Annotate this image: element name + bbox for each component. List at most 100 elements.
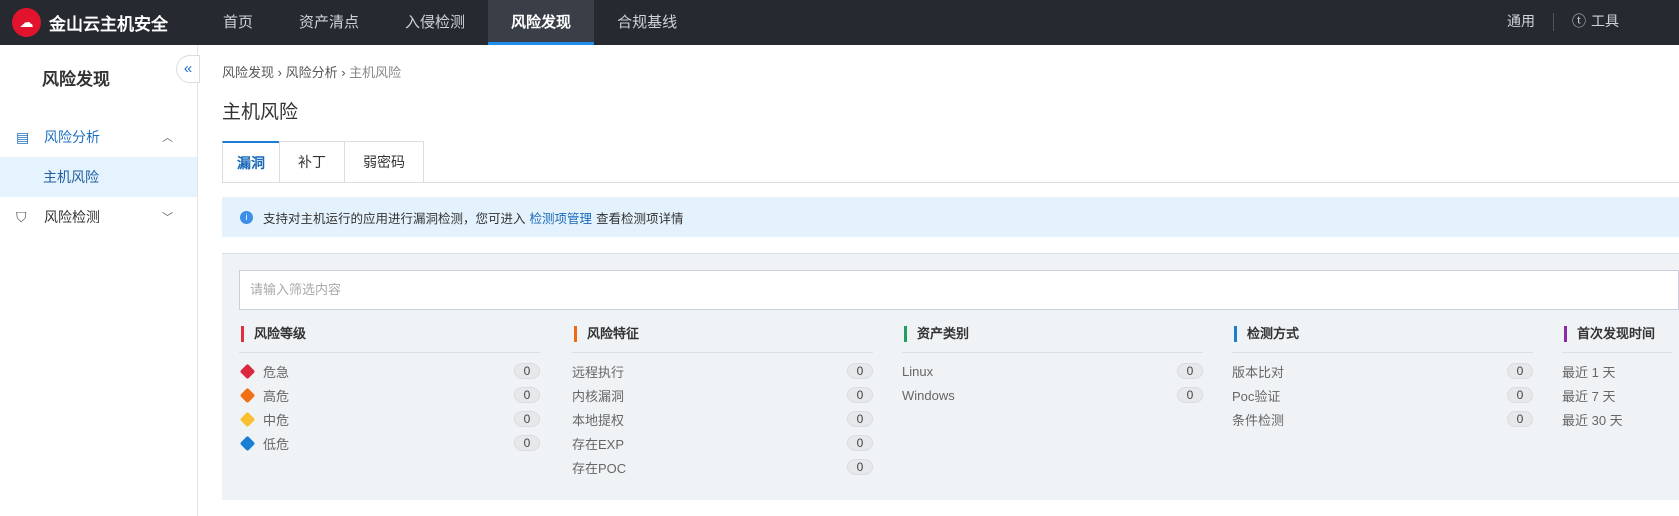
tab-patch[interactable]: 补丁 <box>279 141 345 182</box>
count-badge: 0 <box>847 435 873 451</box>
filter-option[interactable]: 版本比对 0 <box>1232 359 1533 383</box>
filter-option-label: 版本比对 <box>1232 364 1285 380</box>
filter-option[interactable]: 存在POC 0 <box>572 455 873 479</box>
general-link[interactable]: 通用 <box>1507 0 1535 43</box>
filter-option-label: 条件检测 <box>1232 412 1285 428</box>
divider <box>1562 352 1672 353</box>
breadcrumb-risk[interactable]: 风险发现 <box>222 65 274 80</box>
nav-assets[interactable]: 资产清点 <box>276 0 382 45</box>
filter-group-title: 资产类别 <box>904 326 1203 342</box>
filter-group: 风险等级 危急 0 高危 0 中危 0 低危 0 <box>239 326 540 455</box>
filter-option[interactable]: 中危 0 <box>239 407 540 431</box>
sidebar-item-host-risk[interactable]: 主机风险 <box>0 157 197 197</box>
nav-home[interactable]: 首页 <box>200 0 276 45</box>
tab-weak-password[interactable]: 弱密码 <box>344 141 424 182</box>
breadcrumb-analysis[interactable]: 风险分析 <box>286 65 338 80</box>
filter-group-title: 首次发现时间 <box>1564 326 1672 342</box>
count-badge: 0 <box>1177 363 1203 379</box>
sidebar-item-label: 风险检测 <box>44 209 100 225</box>
filter-option[interactable]: 远程执行 0 <box>572 359 873 383</box>
nav-compliance[interactable]: 合规基线 <box>594 0 700 45</box>
filter-panel: 请输入筛选内容 风险等级 危急 0 高危 0 中危 0 低危 0 风险特征 远程执行 0 内核漏洞 0 本地… <box>222 253 1679 500</box>
page-title: 主机风险 <box>222 102 299 123</box>
filter-option-label: Linux <box>902 363 934 379</box>
info-text: 支持对主机运行的应用进行漏洞检测，您可进入 <box>263 211 526 226</box>
filter-option[interactable]: 存在EXP 0 <box>572 431 873 455</box>
filter-option-label: 最近 1 天 <box>1562 364 1616 380</box>
count-badge: 0 <box>1507 387 1533 403</box>
sidebar-title: 风险发现 <box>42 70 110 89</box>
info-icon: i <box>240 210 253 224</box>
app-title: 金山云主机安全 <box>49 15 168 34</box>
severity-icon <box>239 435 256 451</box>
top-bar: ☁ 金山云主机安全 首页 资产清点 入侵检测 风险发现 合规基线 通用 ⓣ 工具 <box>0 0 1679 45</box>
count-badge: 0 <box>514 435 540 451</box>
count-badge: 0 <box>847 411 873 427</box>
filter-option[interactable]: 条件检测 0 <box>1232 407 1533 431</box>
divider <box>239 352 540 353</box>
tools-link[interactable]: 工具 <box>1591 0 1619 43</box>
filter-group-title: 风险特征 <box>574 326 873 342</box>
info-banner: i 支持对主机运行的应用进行漏洞检测，您可进入 检测项管理 查看检测项详情 <box>222 197 1679 237</box>
collapse-sidebar-button[interactable]: « <box>176 55 200 83</box>
filter-option[interactable]: 高危 0 <box>239 383 540 407</box>
filter-option[interactable]: 低危 0 <box>239 431 540 455</box>
tools-icon: ⓣ <box>1572 13 1586 29</box>
sidebar-item-label: 风险分析 <box>44 129 100 145</box>
nav-risk[interactable]: 风险发现 <box>488 0 595 45</box>
severity-icon <box>239 363 256 379</box>
chevron-up-icon: ︿ <box>162 132 173 144</box>
nav-intrusion[interactable]: 入侵检测 <box>382 0 488 45</box>
divider <box>572 352 873 353</box>
shield-icon: ⛉ <box>16 208 27 225</box>
sidebar-item-risk-detection[interactable]: ⛉ 风险检测 ﹀ <box>0 197 197 237</box>
sidebar-item-risk-analysis[interactable]: ▤ 风险分析 ︿ <box>0 117 197 157</box>
filter-option-label: 远程执行 <box>572 364 625 380</box>
count-badge: 0 <box>847 387 873 403</box>
filter-option-label: Poc验证 <box>1232 388 1281 404</box>
sidebar: 风险发现 « ▤ 风险分析 ︿ 主机风险 ⛉ 风险检测 ﹀ <box>0 45 200 516</box>
divider <box>1232 352 1533 353</box>
count-badge: 0 <box>514 387 540 403</box>
filter-option[interactable]: 本地提权 0 <box>572 407 873 431</box>
tab-vulnerability[interactable]: 漏洞 <box>222 141 280 182</box>
main-content: 风险发现 › 风险分析 › 主机风险 主机风险 漏洞 补丁 弱密码 i 支持对主… <box>222 45 1679 516</box>
filter-option-label: 中危 <box>263 412 290 428</box>
filter-option-label: 存在EXP <box>572 436 625 452</box>
info-text-suffix: 查看检测项详情 <box>596 211 684 226</box>
filter-option[interactable]: Linux 0 <box>902 359 1203 383</box>
filter-option-label: 最近 30 天 <box>1562 412 1623 428</box>
filter-group: 资产类别 Linux 0 Windows 0 <box>902 326 1203 407</box>
filter-option[interactable]: 最近 30 天 <box>1562 407 1672 431</box>
count-badge: 0 <box>847 363 873 379</box>
filter-option-label: 存在POC <box>572 460 627 476</box>
filter-option[interactable]: 内核漏洞 0 <box>572 383 873 407</box>
filter-option[interactable]: 最近 7 天 <box>1562 383 1672 407</box>
filter-search-input[interactable]: 请输入筛选内容 <box>239 270 1679 310</box>
tabs: 漏洞 补丁 弱密码 <box>222 141 1679 183</box>
filter-option-label: Windows <box>902 387 955 403</box>
filter-option[interactable]: 危急 0 <box>239 359 540 383</box>
severity-icon <box>239 411 256 427</box>
severity-icon <box>239 387 256 403</box>
cloud-logo-icon: ☁ <box>12 8 41 37</box>
filter-option-label: 内核漏洞 <box>572 388 625 404</box>
chevron-down-icon: ﹀ <box>162 212 173 224</box>
filter-option-label: 本地提权 <box>572 412 625 428</box>
filter-option[interactable]: Poc验证 0 <box>1232 383 1533 407</box>
main-nav: 首页 资产清点 入侵检测 风险发现 合规基线 <box>200 0 700 45</box>
filter-option-label: 最近 7 天 <box>1562 388 1616 404</box>
divider <box>1553 12 1554 31</box>
breadcrumb-current: 主机风险 <box>349 65 402 80</box>
count-badge: 0 <box>514 363 540 379</box>
count-badge: 0 <box>1507 411 1533 427</box>
filter-group: 风险特征 远程执行 0 内核漏洞 0 本地提权 0 存在EXP 0 存在POC 0 <box>572 326 873 479</box>
filter-group-title: 风险等级 <box>241 326 540 342</box>
filter-option[interactable]: Windows 0 <box>902 383 1203 407</box>
filter-option-label: 高危 <box>263 388 290 404</box>
filter-group: 首次发现时间 最近 1 天最近 7 天最近 30 天 <box>1562 326 1672 431</box>
filter-option[interactable]: 最近 1 天 <box>1562 359 1672 383</box>
detection-management-link[interactable]: 检测项管理 <box>530 208 593 227</box>
count-badge: 0 <box>1507 363 1533 379</box>
app-logo[interactable]: ☁ 金山云主机安全 <box>12 8 168 37</box>
